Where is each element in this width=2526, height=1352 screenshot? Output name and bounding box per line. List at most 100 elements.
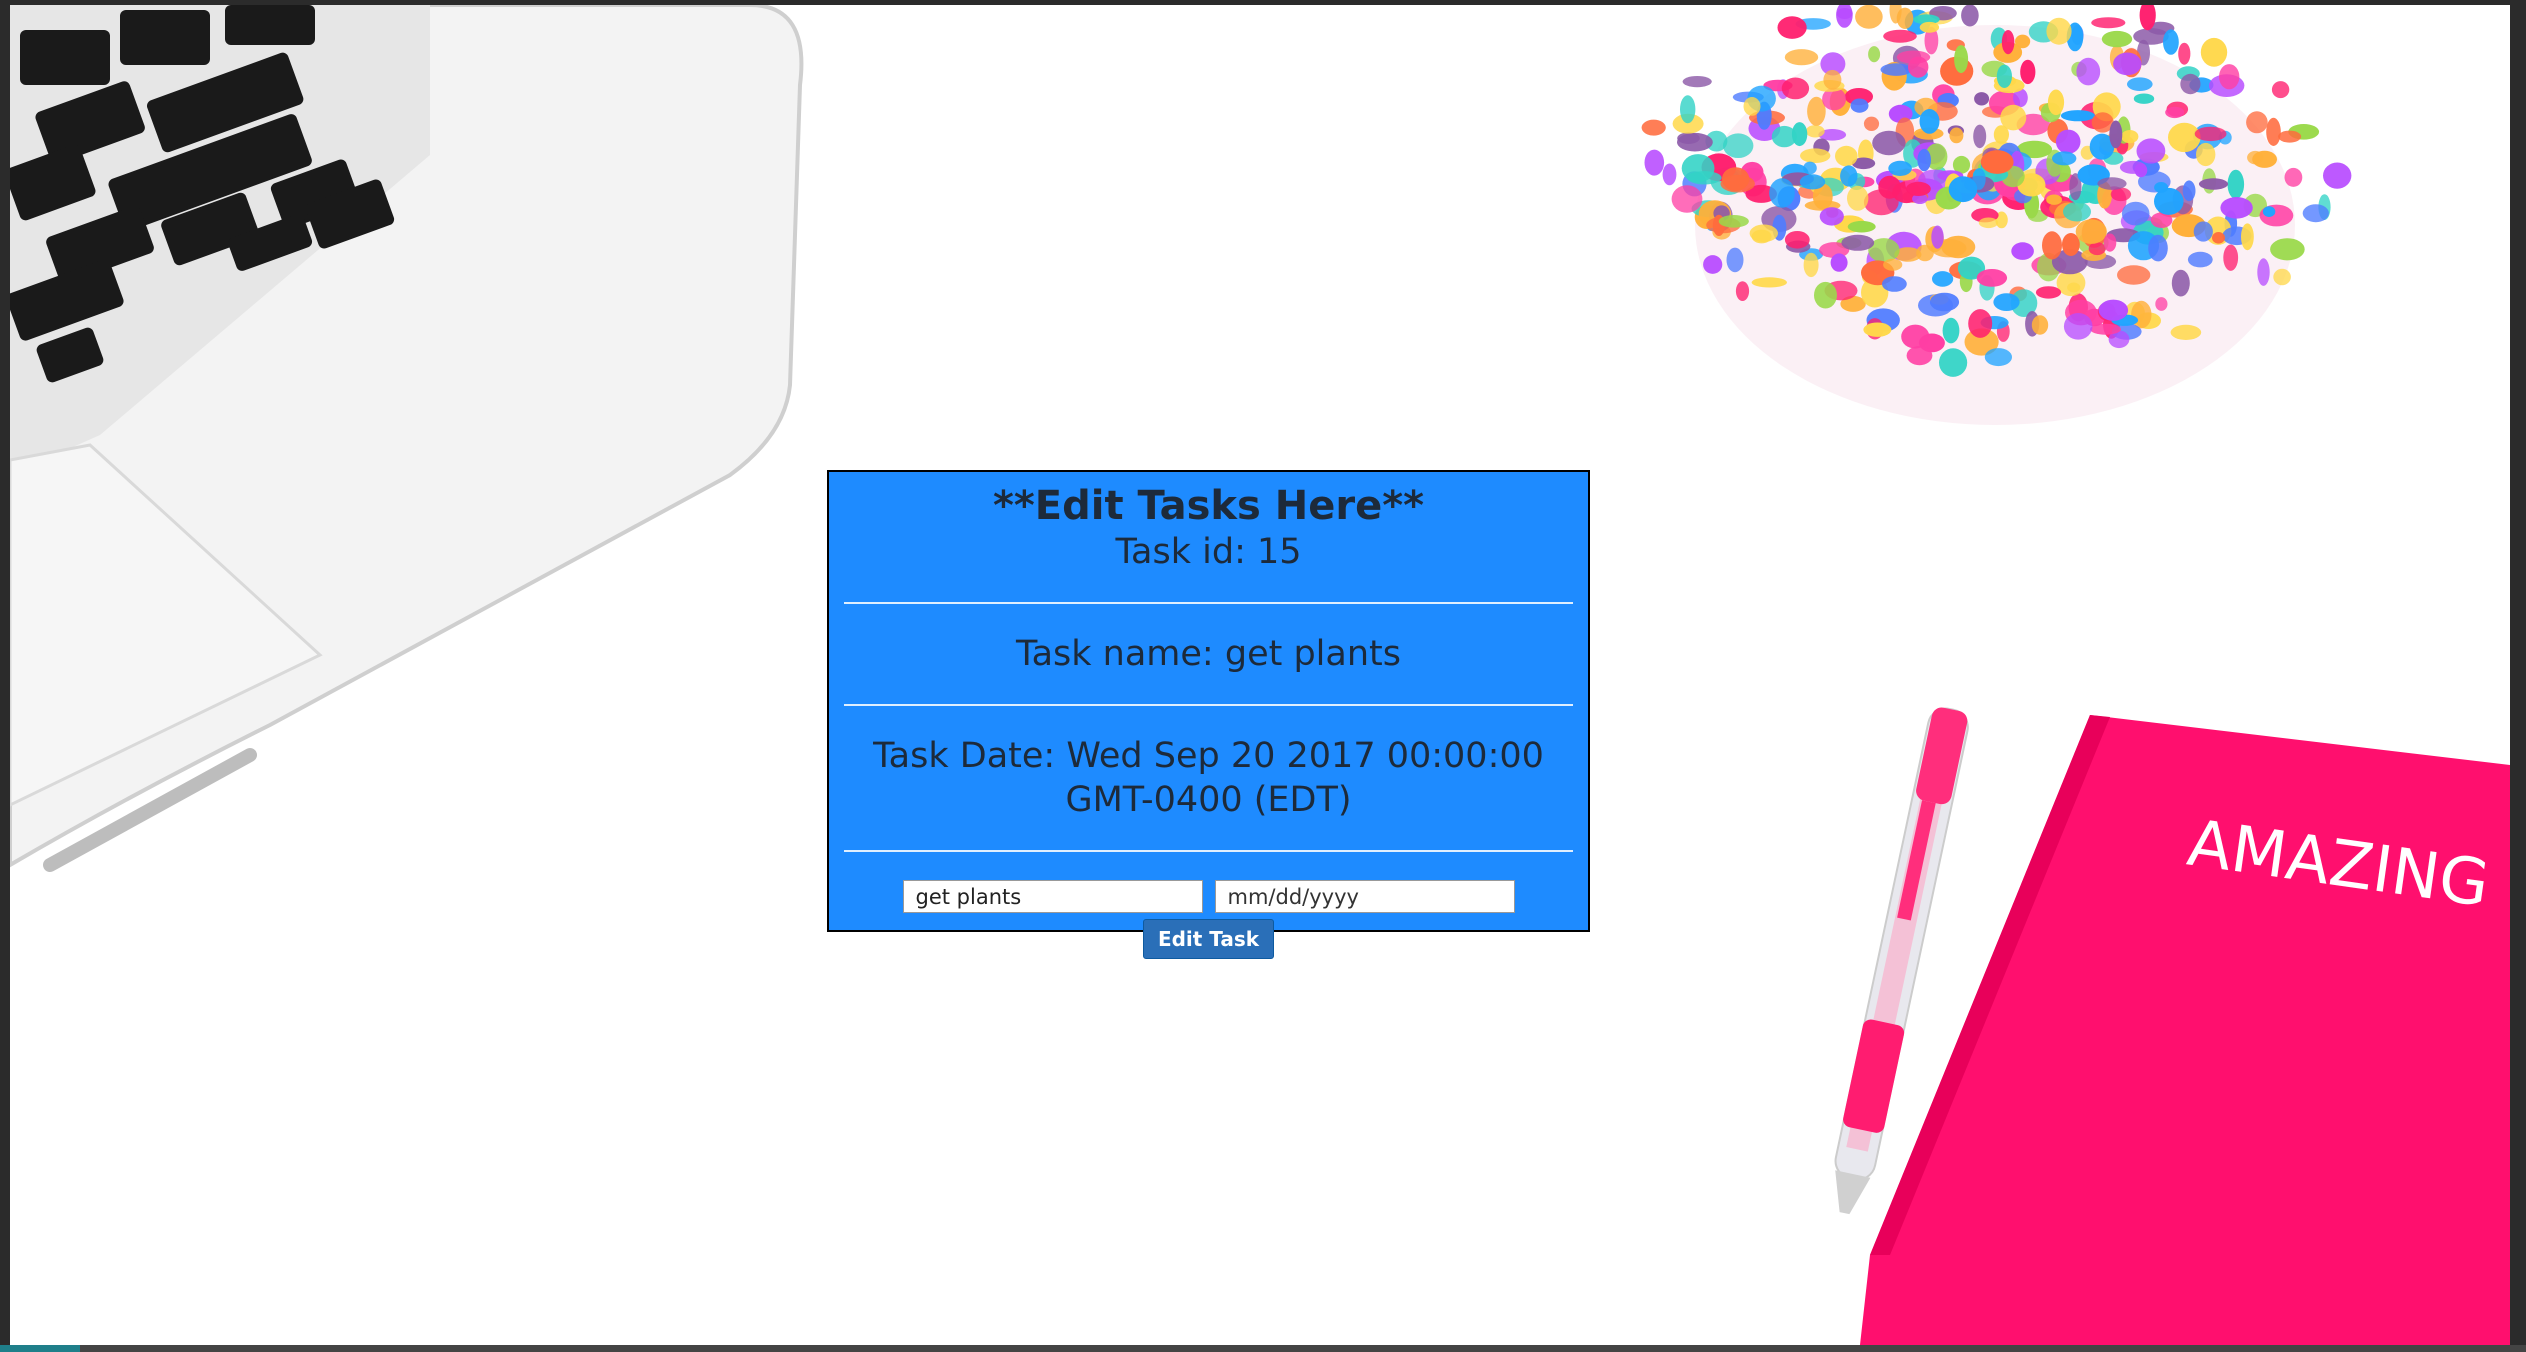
task-name-input[interactable] [902,880,1203,913]
confetti-piece [1880,63,1912,76]
laptop-image [10,5,804,872]
confetti-piece [2223,244,2239,271]
confetti-piece [1726,247,1744,273]
confetti-piece [1929,292,1960,312]
confetti-piece [1840,165,1858,187]
confetti-piece [1682,76,1712,88]
confetti-piece [2212,232,2225,244]
confetti-piece [2042,231,2062,260]
confetti-piece [1954,45,1969,74]
confetti-piece [1830,253,1848,272]
confetti-image [1641,5,2352,425]
confetti-piece [1671,185,1703,213]
confetti-piece [2098,299,2129,321]
confetti-piece [2168,122,2201,153]
confetti-piece [2165,106,2185,119]
confetti-piece [1751,277,1788,288]
confetti-piece [1942,317,1960,344]
confetti-piece [2097,177,2127,190]
confetti-piece [1948,176,1978,203]
confetti-piece [1984,348,2012,367]
confetti-piece [1644,149,1665,176]
confetti-piece [1803,252,1819,278]
confetti-piece [1901,324,1930,349]
confetti-piece [2063,313,2093,340]
confetti-piece [1978,217,1999,229]
confetti-piece [2200,37,2228,67]
confetti-piece [2259,204,2294,227]
confetti-piece [2091,17,2126,29]
confetti-piece [1878,175,1901,199]
confetti-piece [2133,93,2155,104]
confetti-piece [2271,81,2290,99]
confetti-piece [1814,281,1837,309]
confetti-piece [2266,117,2281,146]
confetti-piece [1721,167,1750,192]
confetti-piece [2109,120,2123,149]
confetti-piece [2252,150,2278,168]
confetti-piece [1641,119,1666,136]
confetti-piece [1882,276,1907,292]
confetti-piece [1883,258,1903,271]
task-date-input[interactable] [1214,880,1515,913]
confetti-piece [1841,234,1875,251]
bottom-strip [0,1345,2526,1352]
confetti-piece [2101,30,2133,48]
confetti-piece [1836,8,1853,19]
confetti-piece [1847,220,1876,233]
confetti-piece [1863,322,1892,337]
confetti-piece [2262,206,2276,218]
confetti-piece [2063,201,2091,222]
confetti-piece [2219,64,2240,90]
confetti-piece [2047,89,2065,116]
confetti-piece [2046,17,2072,45]
confetti-piece [2198,178,2229,190]
confetti-piece [2103,233,2117,252]
confetti-piece [1819,207,1844,226]
confetti-piece [2194,126,2227,142]
confetti-piece [1916,244,1934,262]
confetti-piece [1799,174,1826,190]
edit-task-button[interactable]: Edit Task [1142,919,1275,959]
confetti-piece [1863,116,1880,131]
confetti-piece [1968,309,1993,338]
confetti-piece [1803,161,1817,175]
confetti-piece [1749,224,1779,243]
confetti-piece [1961,5,1979,27]
confetti-piece [1784,231,1810,249]
confetti-piece [2163,29,2179,55]
confetti-piece [1976,269,2008,287]
confetti-piece [1781,77,1810,100]
confetti-piece [2246,111,2268,134]
confetti-piece [2113,52,2142,76]
task-name-text: Task name: get plants [1016,634,1401,674]
confetti-piece [2088,242,2106,256]
confetti-piece [1847,185,1869,211]
confetti-piece [2131,300,2152,329]
confetti-piece [1872,130,1906,156]
confetti-piece [1974,92,1990,106]
confetti-piece [2121,130,2139,144]
card-title: **Edit Tasks Here** [992,483,1425,529]
confetti-piece [1917,148,1931,172]
confetti-piece [2127,77,2153,91]
confetti-piece [2060,110,2095,122]
edit-task-form: Edit Task [844,880,1573,959]
confetti-piece [2155,297,2168,311]
confetti-piece [1662,163,1677,186]
task-date-text: Task Date: Wed Sep 20 2017 00:00:00 GMT-… [873,736,1544,820]
confetti-piece [2067,282,2081,293]
confetti-piece [2055,129,2081,154]
confetti-piece [2182,180,2196,202]
confetti-piece [2136,138,2166,164]
confetti-piece [1919,109,1940,134]
confetti-piece [2171,269,2190,297]
divider [844,704,1573,706]
confetti-piece [1800,148,1831,163]
confetti-piece [2220,197,2253,219]
confetti-piece [1906,181,1931,196]
confetti-piece [2187,251,2213,268]
confetti-piece [2121,201,2150,226]
confetti-piece [1680,95,1696,124]
confetti-piece [2000,104,2027,131]
